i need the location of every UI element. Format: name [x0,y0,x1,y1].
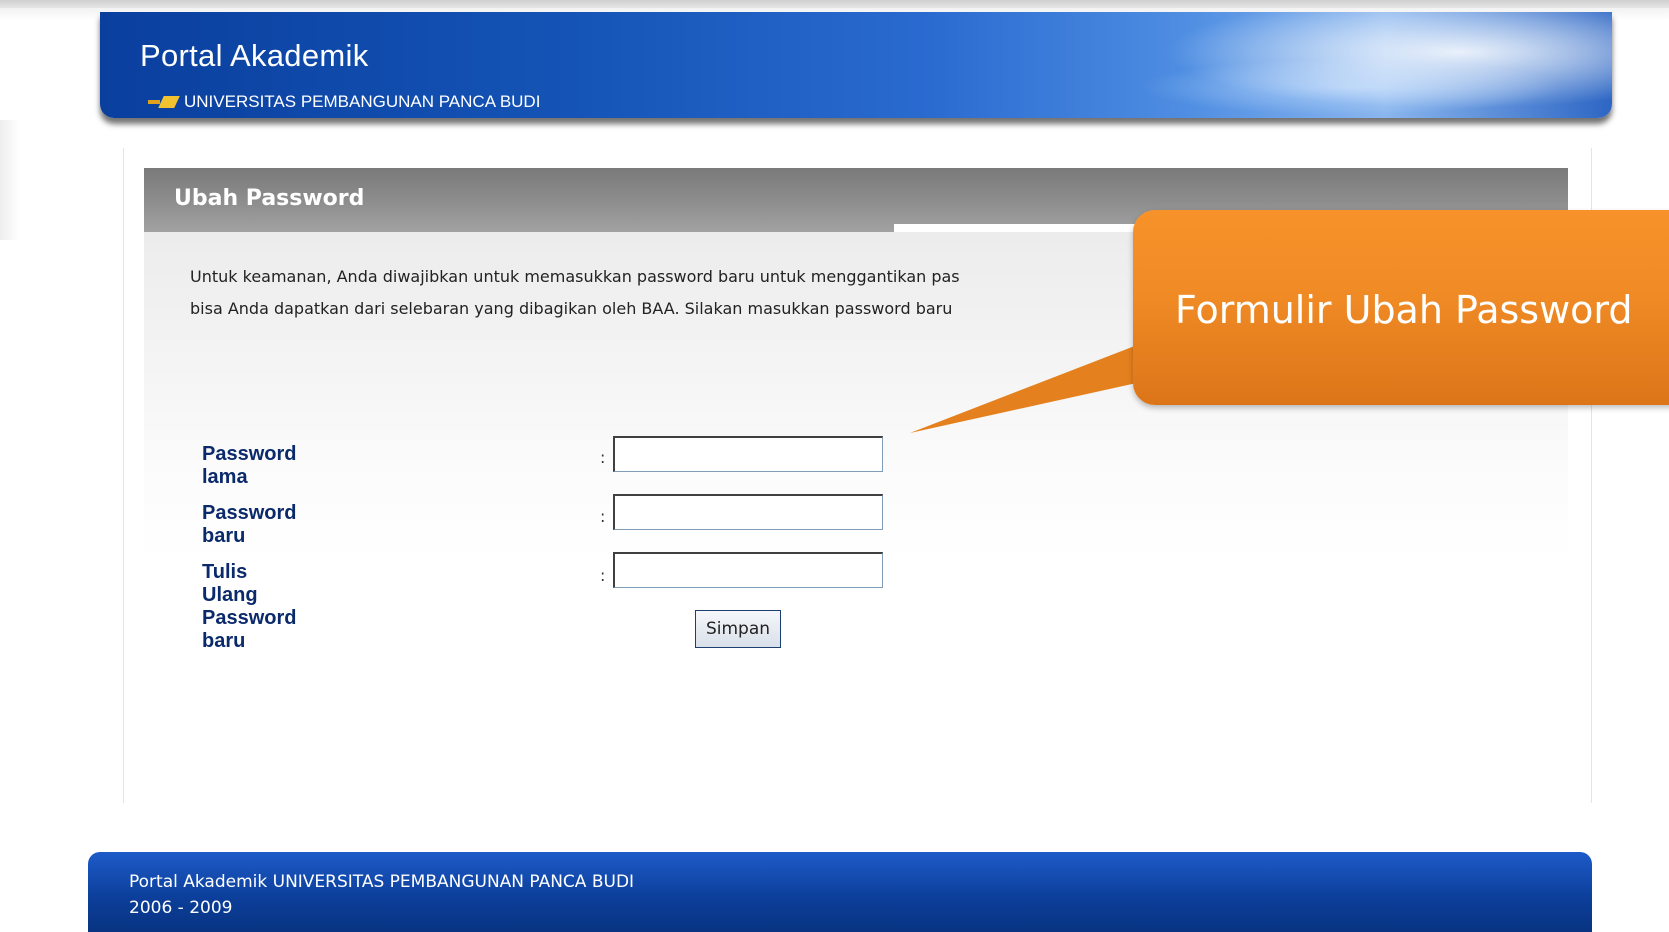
annotation-callout: Formulir Ubah Password [1133,210,1669,405]
save-button[interactable]: Simpan [695,610,781,648]
intro-line-1: Untuk keamanan, Anda diwajibkan untuk me… [190,267,960,286]
confirm-password-colon: : [600,566,606,585]
new-password-colon: : [600,507,606,526]
old-password-colon: : [600,448,606,467]
left-shadow [0,120,20,240]
confirm-password-label: Tulis Ulang Password baru [202,561,297,652]
university-logo-icon [148,95,180,109]
new-password-input[interactable] [613,494,883,530]
site-header: Portal Akademik UNIVERSITAS PEMBANGUNAN … [100,12,1612,118]
callout-pointer-arrow [910,340,1150,433]
site-footer: Portal Akademik UNIVERSITAS PEMBANGUNAN … [88,852,1592,932]
intro-line-2: bisa Anda dapatkan dari selebaran yang d… [190,299,953,318]
site-title: Portal Akademik [140,38,369,73]
footer-years: 2006 - 2009 [129,898,233,918]
intro-text: Untuk keamanan, Anda diwajibkan untuk me… [190,261,1090,325]
university-name: UNIVERSITAS PEMBANGUNAN PANCA BUDI [184,92,541,111]
new-password-label: Password baru [202,502,297,547]
page: Portal Akademik UNIVERSITAS PEMBANGUNAN … [0,0,1669,932]
old-password-label: Password lama [202,443,297,488]
browser-top-strip [0,0,1669,8]
site-subtitle: UNIVERSITAS PEMBANGUNAN PANCA BUDI [148,92,540,112]
confirm-password-input[interactable] [613,552,883,588]
old-password-input[interactable] [613,436,883,472]
callout-label: Formulir Ubah Password [1175,288,1633,332]
page-title: Ubah Password [174,186,365,211]
footer-title: Portal Akademik UNIVERSITAS PEMBANGUNAN … [129,872,635,892]
